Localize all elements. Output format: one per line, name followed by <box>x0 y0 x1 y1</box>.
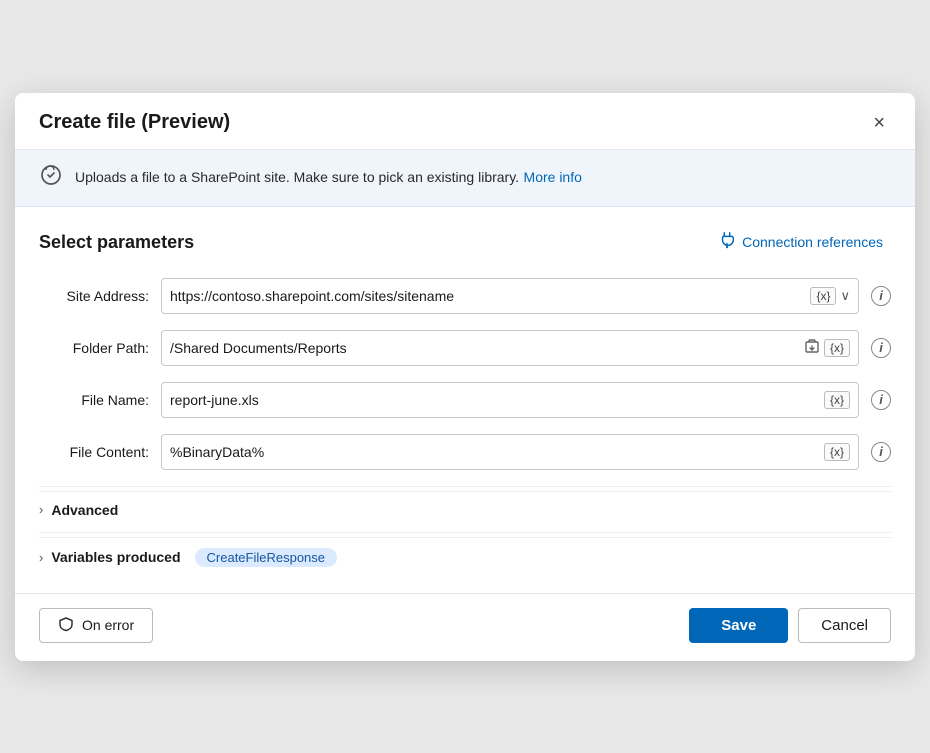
connection-references-button[interactable]: Connection references <box>710 227 891 258</box>
section-header: Select parameters Connection references <box>39 227 891 258</box>
file-content-input[interactable] <box>170 444 818 460</box>
info-banner: Uploads a file to a SharePoint site. Mak… <box>15 150 915 207</box>
file-content-var-badge[interactable]: {x} <box>824 443 850 461</box>
site-address-var-badge[interactable]: {x} <box>810 287 836 305</box>
advanced-section[interactable]: › Advanced <box>39 491 891 528</box>
file-name-label: File Name: <box>39 392 149 408</box>
folder-path-var-badge[interactable]: {x} <box>824 339 850 357</box>
footer-actions: Save Cancel <box>689 608 891 643</box>
close-button[interactable]: × <box>867 111 891 135</box>
variables-chevron-icon: › <box>39 550 43 565</box>
advanced-chevron-icon: › <box>39 502 43 517</box>
section-title: Select parameters <box>39 232 194 253</box>
variables-produced-label: Variables produced <box>51 549 180 565</box>
file-content-input-wrapper: {x} <box>161 434 859 470</box>
info-banner-text: Uploads a file to a SharePoint site. Mak… <box>75 169 582 187</box>
plug-icon <box>718 231 736 254</box>
folder-path-input[interactable] <box>170 340 798 356</box>
site-address-input-wrapper: {x} ∨ <box>161 278 859 314</box>
form-fields: Site Address: {x} ∨ i Folder Path: <box>39 278 891 470</box>
form-row-site-address: Site Address: {x} ∨ i <box>39 278 891 314</box>
create-file-dialog: Create file (Preview) × Uploads a file t… <box>15 93 915 661</box>
form-row-file-content: File Content: {x} i <box>39 434 891 470</box>
variable-badge: CreateFileResponse <box>195 548 338 567</box>
advanced-label: Advanced <box>51 502 118 518</box>
site-address-info-icon[interactable]: i <box>871 286 891 306</box>
form-row-file-name: File Name: {x} i <box>39 382 891 418</box>
dialog-footer: On error Save Cancel <box>15 593 915 661</box>
file-name-info-icon[interactable]: i <box>871 390 891 410</box>
connection-references-label: Connection references <box>742 234 883 250</box>
dialog-header: Create file (Preview) × <box>15 93 915 150</box>
file-content-info-icon[interactable]: i <box>871 442 891 462</box>
variables-produced-section[interactable]: › Variables produced CreateFileResponse <box>39 537 891 577</box>
shield-icon <box>58 616 74 635</box>
cancel-button[interactable]: Cancel <box>798 608 891 643</box>
site-address-input[interactable] <box>170 288 804 304</box>
divider-2 <box>39 532 891 533</box>
folder-path-file-icon[interactable] <box>804 338 820 358</box>
folder-path-info-icon[interactable]: i <box>871 338 891 358</box>
file-name-var-badge[interactable]: {x} <box>824 391 850 409</box>
on-error-button[interactable]: On error <box>39 608 153 643</box>
form-row-folder-path: Folder Path: {x} i <box>39 330 891 366</box>
site-address-dropdown-icon[interactable]: ∨ <box>840 288 850 304</box>
folder-path-input-wrapper: {x} <box>161 330 859 366</box>
folder-path-label: Folder Path: <box>39 340 149 356</box>
site-address-label: Site Address: <box>39 288 149 304</box>
on-error-label: On error <box>82 617 134 633</box>
more-info-link[interactable]: More info <box>524 169 582 185</box>
file-name-input-wrapper: {x} <box>161 382 859 418</box>
file-content-label: File Content: <box>39 444 149 460</box>
dialog-title: Create file (Preview) <box>39 111 230 134</box>
file-name-input[interactable] <box>170 392 818 408</box>
save-button[interactable]: Save <box>689 608 788 643</box>
upload-icon <box>39 163 63 193</box>
divider-1 <box>39 486 891 487</box>
dialog-body: Select parameters Connection references … <box>15 207 915 593</box>
